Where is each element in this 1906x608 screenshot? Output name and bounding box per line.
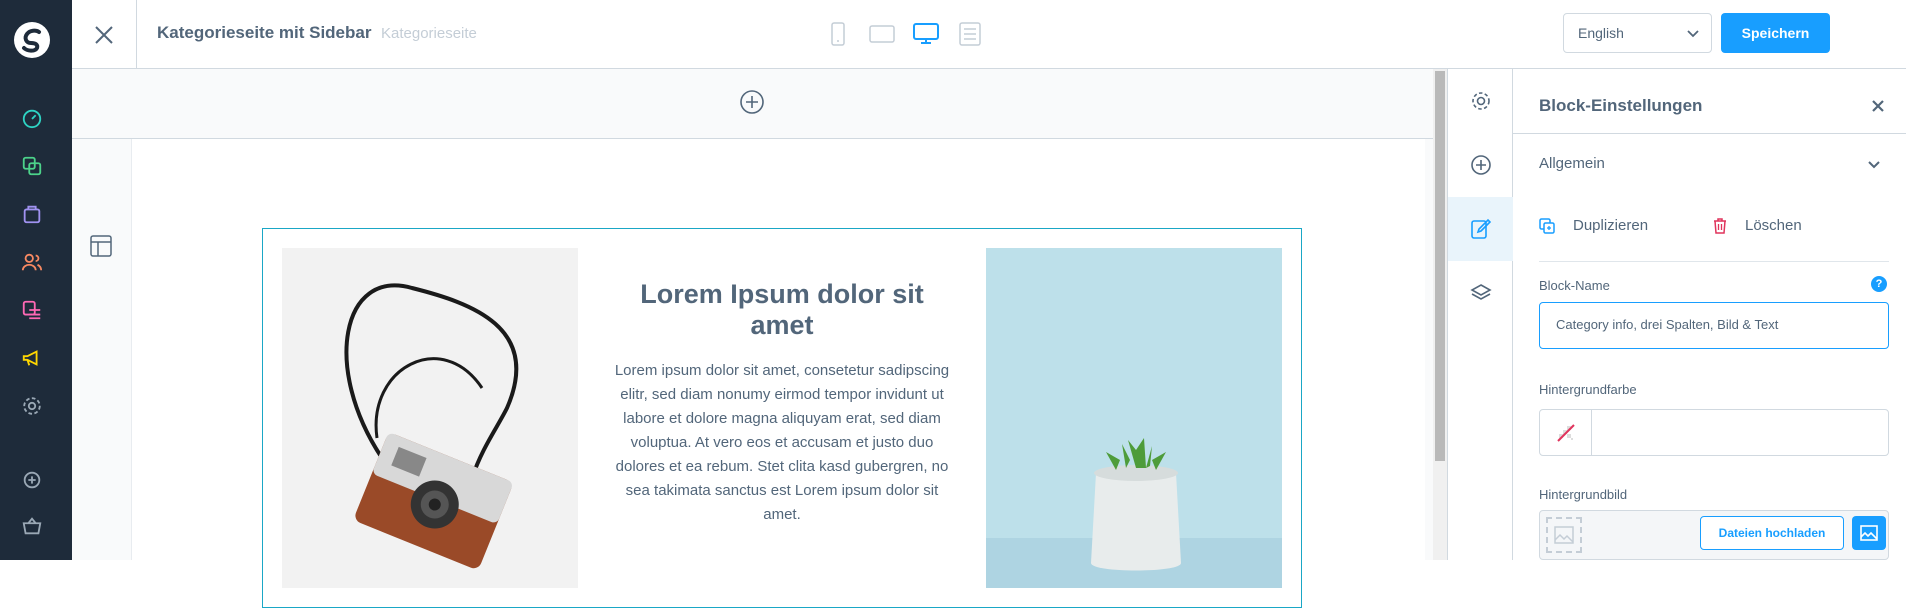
- page-title: Kategorieseite mit Sidebar: [157, 23, 372, 42]
- image-placeholder: [1546, 517, 1582, 553]
- duplicate-icon: [1539, 217, 1555, 234]
- list-icon[interactable]: [956, 20, 984, 48]
- page-type: Kategorieseite: [381, 25, 477, 42]
- tab-block-settings[interactable]: [1448, 197, 1514, 261]
- mobile-icon[interactable]: [824, 20, 852, 48]
- shopware-logo[interactable]: [14, 22, 50, 58]
- tab-add-block[interactable]: [1448, 133, 1514, 197]
- tab-layers[interactable]: [1448, 261, 1514, 325]
- text-column: Lorem Ipsum dolor sit amet Lorem ipsum d…: [608, 279, 956, 527]
- add-icon[interactable]: [20, 468, 44, 492]
- panel-divider: [1513, 133, 1906, 134]
- section-general-title[interactable]: Allgemein: [1539, 155, 1605, 172]
- image-icon: [1554, 526, 1574, 544]
- upload-files-button[interactable]: Dateien hochladen: [1700, 516, 1844, 550]
- close-icon: [95, 25, 113, 44]
- tablet-icon[interactable]: [868, 20, 896, 48]
- admin-sidebar: [0, 0, 72, 560]
- language-value: English: [1578, 25, 1624, 41]
- color-swatch[interactable]: [1540, 410, 1592, 455]
- media-library-button[interactable]: [1852, 516, 1886, 550]
- save-button[interactable]: Speichern: [1721, 13, 1830, 53]
- chevron-down-icon[interactable]: [1867, 157, 1881, 171]
- duplicate-button[interactable]: Duplizieren: [1539, 217, 1648, 234]
- top-bar: Kategorieseite mit Sidebar Kategorieseit…: [72, 0, 1906, 69]
- plant-image[interactable]: [986, 248, 1282, 588]
- plus-circle-icon: [1471, 155, 1491, 175]
- canvas-scrollbar[interactable]: [1433, 69, 1447, 560]
- block-heading: Lorem Ipsum dolor sit amet: [640, 279, 924, 340]
- sidebar-tabs: [1447, 69, 1514, 560]
- image-icon: [1860, 525, 1878, 541]
- chevron-down-icon: [1687, 30, 1699, 38]
- content-stage: Lorem Ipsum dolor sit amet Lorem ipsum d…: [132, 139, 1425, 608]
- settings-icon[interactable]: [20, 394, 44, 418]
- delete-label: Löschen: [1745, 217, 1802, 234]
- language-select[interactable]: English: [1563, 13, 1712, 53]
- panel-title: Block-Einstellungen: [1539, 96, 1703, 115]
- add-section-icon[interactable]: [739, 89, 765, 115]
- gear-icon: [1472, 92, 1490, 110]
- editor-canvas: Lorem Ipsum dolor sit amet Lorem ipsum d…: [72, 69, 1447, 608]
- dashboard-icon[interactable]: [20, 106, 44, 130]
- trash-icon: [1714, 217, 1726, 234]
- block-settings-panel: Block-Einstellungen Allgemein Dupliziere…: [1513, 69, 1906, 560]
- desktop-icon[interactable]: [912, 20, 940, 48]
- catalog-icon[interactable]: [20, 154, 44, 178]
- close-editor-button[interactable]: [72, 0, 137, 69]
- bg-image-field: Dateien hochladen: [1539, 510, 1889, 560]
- block-name-input[interactable]: Category info, drei Spalten, Bild & Text: [1539, 302, 1889, 349]
- customers-icon[interactable]: [20, 250, 44, 274]
- marketing-icon[interactable]: [20, 346, 44, 370]
- layout-icon[interactable]: [90, 235, 112, 257]
- duplicate-label: Duplizieren: [1573, 217, 1649, 234]
- content-icon[interactable]: [20, 298, 44, 322]
- panel-separator: [1539, 261, 1889, 262]
- tab-page-settings[interactable]: [1448, 69, 1514, 133]
- scroll-thumb[interactable]: [1435, 71, 1445, 461]
- bg-color-label: Hintergrundfarbe: [1539, 382, 1637, 397]
- layers-icon: [1470, 284, 1492, 300]
- delete-button[interactable]: Löschen: [1713, 217, 1802, 234]
- camera-image[interactable]: [282, 248, 578, 588]
- block-name-label: Block-Name: [1539, 278, 1610, 293]
- help-icon[interactable]: ?: [1871, 276, 1887, 292]
- block-body-text: Lorem ipsum dolor sit amet, consetetur s…: [614, 362, 950, 523]
- bg-image-label: Hintergrundbild: [1539, 487, 1628, 502]
- section-sidebar: [72, 139, 132, 560]
- orders-icon[interactable]: [20, 202, 44, 226]
- store-icon[interactable]: [20, 514, 44, 538]
- close-icon[interactable]: [1868, 96, 1888, 116]
- selected-block[interactable]: Lorem Ipsum dolor sit amet Lorem ipsum d…: [262, 228, 1302, 608]
- no-color-icon: [1556, 423, 1575, 442]
- edit-icon: [1471, 218, 1492, 239]
- bg-color-field[interactable]: [1539, 409, 1889, 456]
